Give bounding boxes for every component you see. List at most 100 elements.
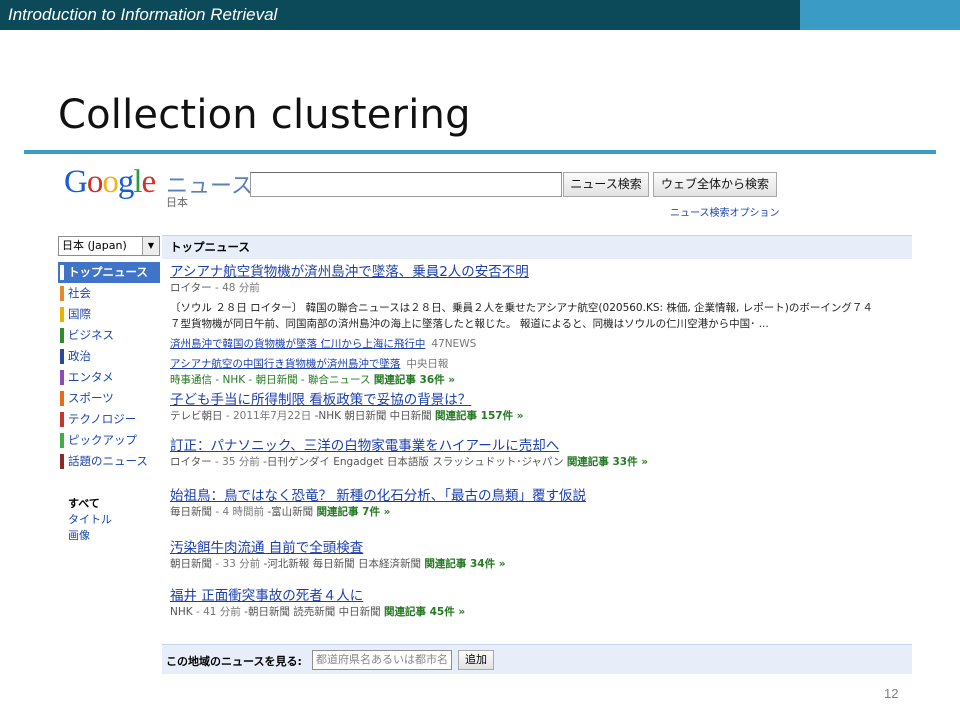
story-source[interactable]: テレビ朝日 (170, 410, 223, 422)
web-search-button[interactable]: ウェブ全体から検索 (653, 172, 777, 197)
story-source[interactable]: ロイター (170, 282, 212, 294)
story-time: 4 時間前 (222, 506, 264, 518)
related-story-title[interactable]: アシアナ航空の中国行き貨物機が済州島沖で墜落 (170, 358, 400, 370)
story-title-link[interactable]: 福井 正面衝突事故の死者４人に (170, 588, 910, 605)
news-cluster: 福井 正面衝突事故の死者４人に NHK - 41 分前 -朝日新聞 読売新聞 中日… (170, 588, 910, 620)
nav-item-label: 国際 (68, 307, 91, 321)
story-source-line: NHK - 41 分前 -朝日新聞 読売新聞 中日新聞 関連記事 45件 » (170, 606, 466, 618)
nav-color-marker (60, 412, 64, 427)
local-news-bar: この地域のニュースを見る: 都道府県名あるいは都市名 追加 (162, 644, 912, 674)
header-accent-block (800, 0, 960, 30)
story-time: 35 分前 (222, 456, 260, 468)
nav-item-label: エンタメ (68, 370, 114, 384)
news-cluster: 訂正：パナソニック、三洋の白物家電事業をハイアールに売却へ ロイター - 35 分… (170, 438, 910, 470)
nav-item[interactable]: 国際 (58, 304, 160, 325)
related-articles-link[interactable]: 関連記事 45件 » (384, 606, 465, 618)
nav-color-marker (60, 265, 64, 280)
related-articles-link[interactable]: 関連記事 36件 » (374, 374, 455, 386)
course-title: Introduction to Information Retrieval (8, 5, 278, 24)
story-source[interactable]: ロイター (170, 456, 212, 468)
google-logo[interactable]: Google (64, 164, 156, 201)
story-source-line: 朝日新聞 - 33 分前 -河北新報 毎日新聞 日本経済新聞 関連記事 34件 … (170, 558, 506, 570)
more-sources[interactable]: -日刊ゲンダイ Engadget 日本語版 スラッシュドット･ジャパン (263, 456, 563, 468)
news-search-input[interactable] (250, 172, 562, 197)
related-story-title[interactable]: 済州島沖で韓国の貨物機が墜落 仁川から上海に飛行中 (170, 338, 425, 350)
nav-item-label: トップニュース (68, 265, 148, 279)
related-articles-link[interactable]: 関連記事 33件 » (567, 456, 648, 468)
nav-color-marker (60, 286, 64, 301)
nav-item[interactable]: 話題のニュース (58, 451, 160, 472)
view-option-titles[interactable]: タイトル (68, 512, 112, 528)
google-news-screenshot: Google ニュース 日本 ニュース検索 ウェブ全体から検索 ニュース検索オプ… (56, 156, 912, 676)
related-story-link: アシアナ航空の中国行き貨物機が済州島沖で墜落 中央日報 (170, 352, 910, 372)
view-option-all[interactable]: すべて (68, 496, 112, 512)
nav-item[interactable]: エンタメ (58, 367, 160, 388)
nav-color-marker (60, 328, 64, 343)
nav-item-label: ビジネス (68, 328, 114, 342)
more-sources[interactable]: -富山新聞 (267, 506, 313, 518)
slide-title: Collection clustering (58, 92, 471, 138)
nav-color-marker (60, 307, 64, 322)
other-sources-line: 時事通信 - NHK - 朝日新聞 - 聯合ニュース 関連記事 36件 » (170, 372, 910, 388)
nav-item[interactable]: ピックアップ (58, 430, 160, 451)
nav-color-marker (60, 349, 64, 364)
course-header-bar: Introduction to Information Retrieval (0, 0, 800, 30)
story-title-link[interactable]: 子ども手当に所得制限 看板政策で妥協の背景は？ (170, 392, 910, 409)
related-articles-link[interactable]: 関連記事 157件 » (435, 410, 524, 422)
page-number: 12 (884, 686, 899, 701)
related-story-link: 済州島沖で韓国の貨物機が墜落 仁川から上海に飛行中 47NEWS (170, 332, 910, 352)
nav-color-marker (60, 433, 64, 448)
story-time: 41 分前 (203, 606, 241, 618)
local-news-add-button[interactable]: 追加 (458, 650, 494, 670)
news-cluster: 子ども手当に所得制限 看板政策で妥協の背景は？ テレビ朝日 - 2011年7月22… (170, 392, 910, 424)
news-search-button[interactable]: ニュース検索 (563, 172, 649, 197)
nav-item[interactable]: 社会 (58, 283, 160, 304)
story-source[interactable]: 毎日新聞 (170, 506, 212, 518)
local-news-input[interactable]: 都道府県名あるいは都市名 (312, 650, 452, 670)
story-source[interactable]: NHK (170, 606, 193, 618)
news-cluster: 始祖鳥：鳥ではなく恐竜？ 新種の化石分析、「最古の鳥類」覆す仮説 毎日新聞 - 4… (170, 488, 910, 520)
view-options: すべて タイトル 画像 (68, 496, 112, 544)
other-sources[interactable]: 時事通信 - NHK - 朝日新聞 - 聯合ニュース (170, 374, 371, 386)
story-time: 2011年7月22日 (232, 410, 312, 422)
news-cluster: 汚染餌牛肉流通 自前で全頭検査 朝日新聞 - 33 分前 -河北新報 毎日新聞 日… (170, 540, 910, 572)
nav-item-label: テクノロジー (68, 412, 137, 426)
title-divider (24, 150, 936, 154)
nav-color-marker (60, 391, 64, 406)
search-options-link[interactable]: ニュース検索オプション (670, 204, 780, 219)
edition-label: 日本 (166, 196, 188, 209)
story-source-line: ロイター - 48 分前 (170, 282, 260, 294)
edition-select[interactable]: 日本 (Japan) ▼ (58, 236, 160, 256)
related-articles-link[interactable]: 関連記事 34件 » (424, 558, 505, 570)
more-sources[interactable]: -河北新報 毎日新聞 日本経済新聞 (264, 558, 421, 570)
story-snippet-line-2: ７型貨物機が同日午前、同国南部の済州島沖の海上に墜落したと報じた。 報道によると… (170, 318, 769, 330)
story-source[interactable]: 朝日新聞 (170, 558, 212, 570)
story-title-link[interactable]: 始祖鳥：鳥ではなく恐竜？ 新種の化石分析、「最古の鳥類」覆す仮説 (170, 488, 910, 505)
story-source-line: 毎日新聞 - 4 時間前 -富山新聞 関連記事 7件 » (170, 506, 391, 518)
section-nav: トップニュース社会国際ビジネス政治エンタメスポーツテクノロジー ピックアップ 話題の… (58, 262, 160, 472)
nav-item-label: ピックアップ (68, 433, 137, 447)
nav-item[interactable]: トップニュース (58, 262, 160, 283)
story-title-link[interactable]: 訂正：パナソニック、三洋の白物家電事業をハイアールに売却へ (170, 438, 910, 455)
nav-item-label: 話題のニュース (68, 454, 148, 468)
story-source-line: ロイター - 35 分前 -日刊ゲンダイ Engadget 日本語版 スラッシュ… (170, 456, 649, 468)
news-cluster: アシアナ航空貨物機が済州島沖で墜落、乗員2人の安否不明 ロイター - 48 分前… (170, 264, 910, 388)
view-option-images[interactable]: 画像 (68, 528, 112, 544)
dropdown-arrow-icon[interactable]: ▼ (142, 237, 159, 255)
more-sources[interactable]: -NHK 朝日新聞 中日新聞 (315, 410, 432, 422)
nav-item-label: 政治 (68, 349, 91, 363)
nav-item[interactable]: テクノロジー (58, 409, 160, 430)
nav-item[interactable]: 政治 (58, 346, 160, 367)
nav-item[interactable]: スポーツ (58, 388, 160, 409)
more-sources[interactable]: -朝日新聞 読売新聞 中日新聞 (244, 606, 380, 618)
edition-select-value: 日本 (Japan) (62, 239, 127, 252)
story-title-link[interactable]: アシアナ航空貨物機が済州島沖で墜落、乗員2人の安否不明 (170, 264, 910, 281)
related-story-source: 47NEWS (431, 338, 477, 350)
story-time: 33 分前 (222, 558, 261, 570)
story-time: 48 分前 (222, 282, 260, 294)
nav-color-marker (60, 454, 64, 469)
nav-item[interactable]: ビジネス (58, 325, 160, 346)
story-snippet-line-1: 〔ソウル ２８日 ロイター〕 韓国の聯合ニュースは２８日、乗員２人を乗せたアシア… (170, 302, 873, 314)
related-articles-link[interactable]: 関連記事 7件 » (316, 506, 390, 518)
story-title-link[interactable]: 汚染餌牛肉流通 自前で全頭検査 (170, 540, 910, 557)
